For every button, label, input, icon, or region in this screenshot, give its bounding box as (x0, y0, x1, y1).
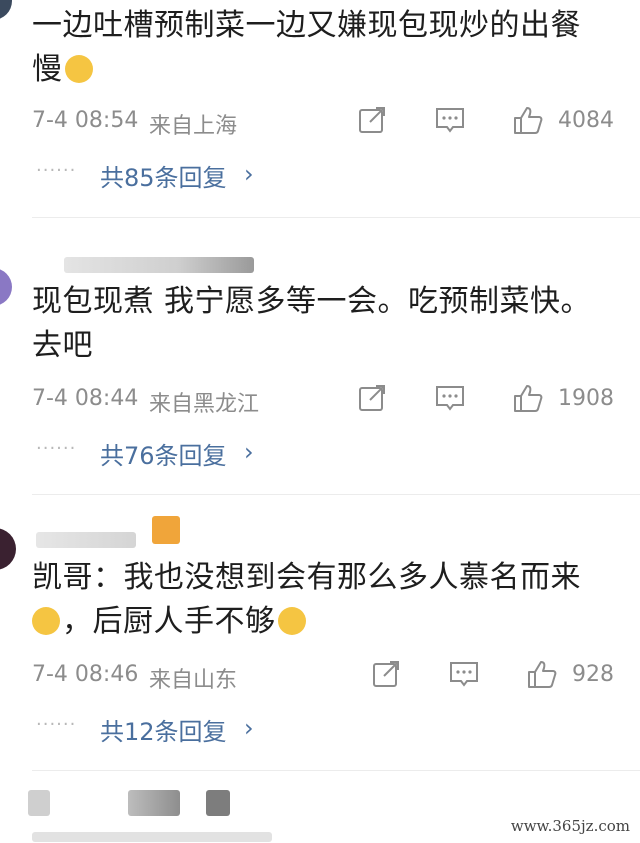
like-count: 4084 (558, 108, 614, 133)
share-icon[interactable] (370, 658, 402, 690)
replies-count: 共12条回复 (100, 718, 227, 746)
cry-laugh-emoji-icon (32, 607, 60, 635)
comment-time: 7-4 08:44 (32, 386, 139, 411)
comment-meta: 7-4 08:44 来自黑龙江 1908 (32, 382, 632, 418)
comment-location: 来自上海 (149, 114, 238, 139)
comment-text: 凯哥：我也没想到会有那么多人慕名而来 ，后厨人手不够 (32, 556, 622, 644)
comment-meta: 7-4 08:54 来自上海 4084 (32, 104, 632, 140)
like-count: 928 (572, 662, 614, 687)
thumbs-up-icon[interactable] (526, 658, 558, 690)
divider (32, 494, 640, 495)
chevron-right-icon: › (244, 160, 254, 188)
comment-text-line2: 慢 (32, 52, 63, 87)
avatar[interactable] (0, 528, 16, 570)
username-blurred (128, 790, 180, 816)
comment-icon[interactable] (448, 658, 480, 690)
comment-meta: 7-4 08:46 来自山东 928 (32, 658, 632, 694)
comment-time: 7-4 08:46 (32, 662, 139, 687)
comment-text-line1: 凯哥：我也没想到会有那么多人慕名而来 (32, 560, 581, 595)
divider (32, 770, 640, 771)
comment-text-line1: 一边吐槽预制菜一边又嫌现包现炒的出餐 (32, 8, 581, 43)
comment-icon[interactable] (434, 104, 466, 136)
comment-text: 一边吐槽预制菜一边又嫌现包现炒的出餐 慢 (32, 4, 622, 92)
like-count: 1908 (558, 386, 614, 411)
comment-time: 7-4 08:54 (32, 108, 139, 133)
comment-location: 来自山东 (149, 668, 238, 693)
comment-location: 来自黑龙江 (149, 392, 260, 417)
chevron-right-icon: › (244, 438, 254, 466)
avatar[interactable] (0, 268, 12, 306)
replies-count: 共76条回复 (100, 442, 227, 470)
dots-separator: ······ (36, 714, 77, 735)
share-icon[interactable] (356, 104, 388, 136)
comment-icon[interactable] (434, 382, 466, 414)
shrug-emoji-icon (64, 55, 93, 83)
avatar[interactable] (0, 0, 12, 20)
replies-count: 共85条回复 (100, 164, 227, 192)
laughing-emoji-icon (277, 607, 306, 635)
user-badge-icon (152, 516, 180, 544)
comment-text-line2: 去吧 (32, 328, 93, 363)
comment-text-blurred (32, 832, 272, 842)
comment-text: 现包现煮 我宁愿多等一会。吃预制菜快。 去吧 (32, 280, 622, 368)
comment-text-line2: ，后厨人手不够 (62, 604, 276, 639)
username-blurred (206, 790, 230, 816)
thumbs-up-icon[interactable] (512, 382, 544, 414)
thumbs-up-icon[interactable] (512, 104, 544, 136)
chevron-right-icon: › (244, 714, 254, 742)
watermark: www.365jz.com (506, 815, 634, 837)
dots-separator: ······ (36, 438, 77, 459)
username-blurred (64, 257, 254, 273)
divider (32, 217, 640, 218)
dots-separator: ······ (36, 160, 77, 181)
comment-text-line1: 现包现煮 我宁愿多等一会。吃预制菜快。 (32, 284, 592, 319)
username-blurred (28, 790, 50, 816)
share-icon[interactable] (356, 382, 388, 414)
username-blurred (36, 532, 136, 548)
